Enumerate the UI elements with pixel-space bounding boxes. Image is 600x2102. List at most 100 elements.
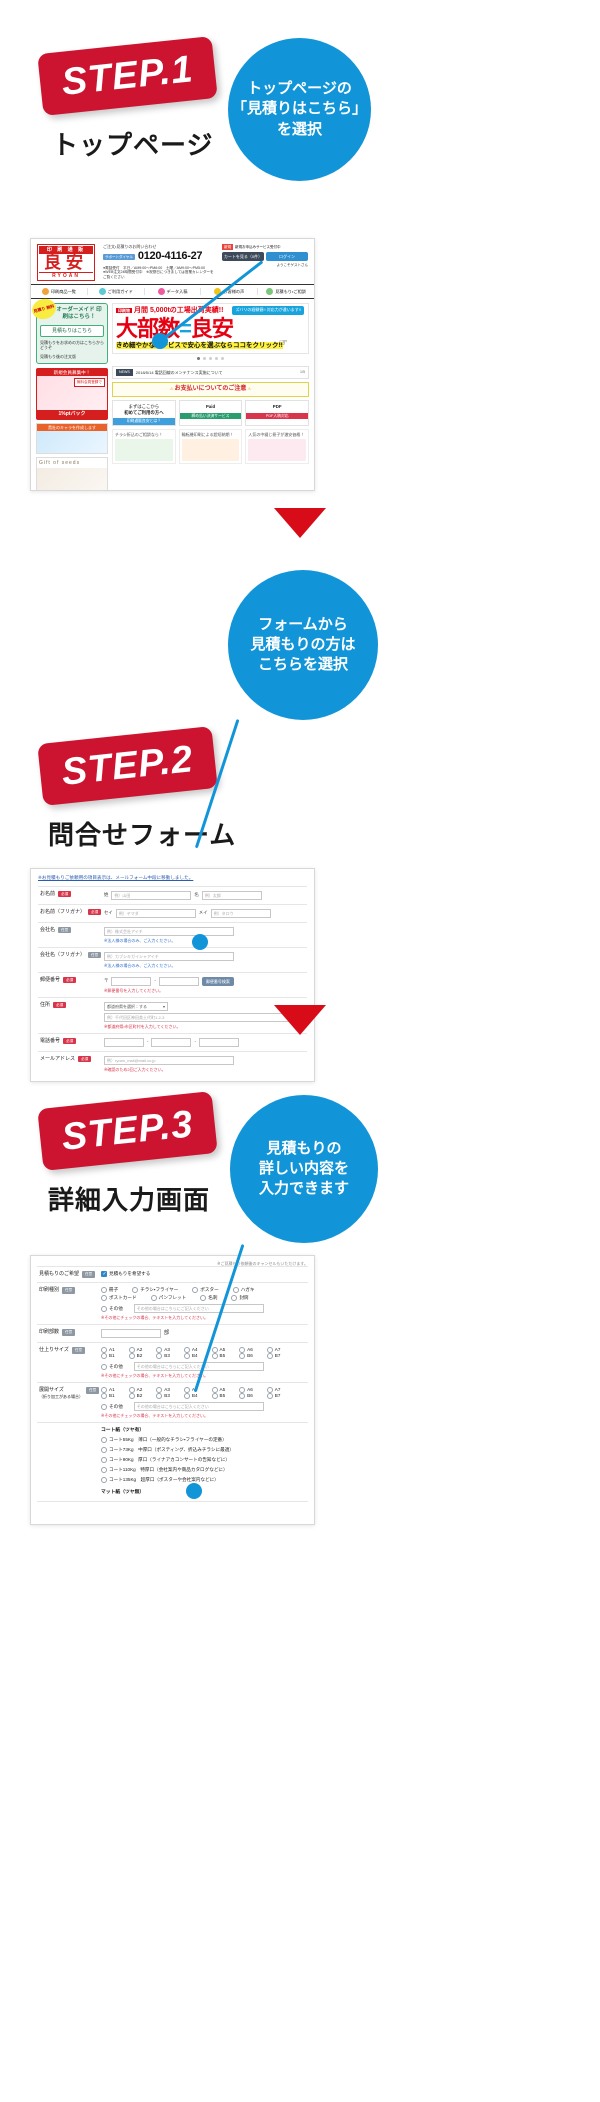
promo-tile-flyer-image	[115, 438, 173, 461]
phone-input-2[interactable]	[151, 1037, 192, 1047]
news-text[interactable]: 2018/5/14 電話回線のメンテナンス実施について	[136, 370, 297, 375]
paper-option[interactable]: コート90Kg 厚口（ライナアカコンサートの告知などに）	[101, 1456, 230, 1464]
payment-card-first-time-title: 初めてご利用の方へ	[124, 409, 164, 415]
nav-item-voices[interactable]: お客様の声	[201, 288, 259, 296]
detail-label-quote-wish-text: 見積もりのご希望	[39, 1271, 80, 1277]
carousel-dot-4[interactable]	[215, 357, 218, 361]
ad-character[interactable]: 貴社のキャラを作成します	[36, 422, 108, 454]
payment-card-first-time[interactable]: まずはここから 初めてご利用の方へ 印刷通販良安とは？	[112, 400, 176, 426]
payment-card-pdf[interactable]: PDF PDF入稿対応	[245, 400, 310, 426]
print-type-other-row: その他 その他の場合はこちらにご記入ください	[101, 1304, 306, 1313]
print-type-option[interactable]: パンフレット	[150, 1295, 186, 1301]
form-moved-note[interactable]: ※お見積もりご依頼用の項目表示は、メールフォーム中段に移動しました。	[38, 875, 307, 881]
print-type-option[interactable]: 冊子	[101, 1287, 118, 1293]
print-type-other-radio[interactable]: その他	[101, 1305, 123, 1312]
open-size-option[interactable]: B6	[239, 1393, 253, 1399]
finish-size-other-radio[interactable]: その他	[101, 1363, 123, 1370]
radio-icon	[211, 1353, 218, 1359]
nav-item-guide[interactable]: ご利用ガイド	[88, 288, 145, 296]
print-type-option[interactable]: 名刺	[200, 1295, 217, 1301]
finish-size-option[interactable]: B3	[156, 1353, 170, 1359]
carousel-dots[interactable]	[112, 354, 309, 363]
open-size-option-label: B5	[219, 1393, 226, 1399]
carousel-dot-1[interactable]	[197, 357, 200, 361]
finish-size-option[interactable]: B4	[183, 1353, 198, 1359]
chevron-down-icon: ▾	[162, 1003, 165, 1009]
finish-size-option[interactable]: B1	[101, 1353, 115, 1359]
paper-option[interactable]: コート73Kg 中厚口（ポスティング、折込みチラシに最適）	[101, 1446, 234, 1454]
print-type-option-label: チラシ・フライヤー	[140, 1287, 179, 1293]
paper-option[interactable]: コート55Kg 薄口（一般的なチラシ・フライヤーの定番）	[101, 1436, 227, 1444]
nav-item-products[interactable]: 印刷商品一覧	[31, 288, 88, 296]
nav-item-quote[interactable]: 見積もり・ご相談	[258, 288, 314, 296]
site-logo[interactable]: 印 刷 通 販 良安 RYOAN	[37, 244, 95, 282]
finish-size-other-input[interactable]: その他の場合はこちらにご記入ください	[133, 1362, 264, 1371]
carousel-dot-3[interactable]	[209, 357, 212, 361]
open-size-option[interactable]: B4	[183, 1393, 198, 1399]
finish-size-option[interactable]: B5	[211, 1353, 225, 1359]
phone-input-3[interactable]	[198, 1037, 239, 1047]
name-sei-input[interactable]: 例）山田	[111, 890, 192, 900]
form-row-company: 会社名 任意 例）株式会社アイチ ※法人様の場合のみ、ご入力ください。	[38, 921, 307, 947]
form-badge-name-kana: 必須	[88, 908, 102, 916]
prefecture-select[interactable]: 都道府県を選択：する ▾	[104, 1001, 168, 1011]
promo-tile-flyer[interactable]: チラシ折込のご相談なら！	[112, 428, 176, 464]
finish-size-option[interactable]: B7	[266, 1353, 280, 1359]
quote-promo-box[interactable]: 見積り 無料 オーダーメイド 印刷はこちら！ 見積もりはこちら 見積もりをお求め…	[31, 296, 108, 364]
phone-input-1[interactable]	[104, 1037, 144, 1047]
open-size-other-input[interactable]: その他の場合はこちらにご記入ください	[133, 1402, 264, 1411]
open-size-option[interactable]: B2	[128, 1393, 142, 1399]
detail-form-screenshot[interactable]: ※ご見積もり依頼後のキャンセルもいただけます。 見積もりのご希望 任意 見積もり…	[30, 1255, 315, 1525]
news-ticker[interactable]: NEWS 2018/5/14 電話回線のメンテナンス実施について 1/5	[112, 366, 309, 379]
print-type-option[interactable]: ポストカード	[101, 1295, 137, 1301]
kana-sei-input[interactable]: 例）ヤマダ	[115, 908, 196, 918]
open-size-option[interactable]: B1	[101, 1393, 115, 1399]
open-size-option[interactable]: B3	[156, 1393, 170, 1399]
zip-input-1[interactable]	[111, 976, 152, 986]
carousel-dot-5[interactable]	[221, 357, 224, 361]
carousel-dot-2[interactable]	[203, 357, 206, 361]
paper-option[interactable]: コート135Kg 超厚口（ポスターや会社案内などに）	[101, 1476, 219, 1484]
promo-tile-booklet[interactable]: 人気の中綴じ冊子が激安価格！	[245, 428, 310, 464]
zip-input-2[interactable]	[158, 976, 199, 986]
payment-card-paid[interactable]: Paid 締め払い決済サービス	[178, 400, 243, 426]
login-button[interactable]: ログイン	[266, 252, 308, 262]
company-kana-input[interactable]: 例）カブシキガイシャアイチ	[104, 951, 234, 961]
ad-gift-of-seeds[interactable]: Gift of seeds	[36, 456, 108, 490]
cart-button[interactable]: カートを見る（0件）	[222, 252, 264, 262]
zip-search-button[interactable]: 郵便番号検索	[201, 976, 234, 986]
quote-wish-checkbox[interactable]: 見積もりを希望する	[101, 1271, 150, 1277]
payment-card-first-time-top: まずはここから 初めてご利用の方へ	[113, 401, 175, 418]
open-size-option-label: A2	[136, 1387, 143, 1393]
form-label-email: メールアドレス 必須	[40, 1055, 104, 1063]
finish-size-option-label: A2	[136, 1347, 143, 1353]
finish-size-option[interactable]: B2	[128, 1353, 142, 1359]
open-size-other-radio[interactable]: その他	[101, 1403, 123, 1410]
detail-label-finish-size-text: 仕上りサイズ	[39, 1347, 69, 1353]
open-size-option[interactable]: B7	[266, 1393, 280, 1399]
print-type-option[interactable]: ポスター	[192, 1287, 219, 1293]
payment-card-first-time-small: まずはここから	[128, 404, 160, 410]
print-type-other-input[interactable]: その他の場合はこちらにご記入ください	[133, 1304, 264, 1313]
print-type-option[interactable]: 封筒	[231, 1295, 249, 1301]
email-input[interactable]: 例）ryoan_mail@mail.co.jp	[104, 1055, 234, 1065]
contact-label: ご注文・見積りのお問い合わせ	[103, 244, 157, 249]
kana-mei-input[interactable]: 例）タロウ	[210, 908, 271, 918]
inquiry-form-screenshot[interactable]: ※お見積もりご依頼用の項目表示は、メールフォーム中段に移動しました。 お名前 必…	[30, 868, 315, 1082]
paper-option[interactable]: コート110Kg 特厚口（会社案内や商品カタログなどに）	[101, 1466, 228, 1474]
nav-item-data-upload[interactable]: データ入稿	[145, 288, 202, 296]
top-page-screenshot[interactable]: 印 刷 通 販 良安 RYOAN ご注文・見積りのお問い合わせ サポートダイヤル…	[30, 238, 315, 491]
name-mei-input[interactable]: 例）太郎	[201, 890, 262, 900]
finish-size-option[interactable]: B6	[239, 1353, 253, 1359]
detail-label-print-type: 印刷種別 任意	[39, 1287, 101, 1320]
promo-tile-rotary[interactable]: 輪転機印刷による超短納期！	[178, 428, 243, 464]
print-type-option[interactable]: ハガキ	[232, 1287, 254, 1293]
hero-banner[interactable]: ズバリの経験値!! 対応力が違います!! 印刷物 月間 5,000tの工場出荷実績…	[112, 303, 309, 355]
member-banner[interactable]: 新規会員募集中！ 無料会員登録で 1%ptバック	[36, 367, 108, 420]
company-input[interactable]: 例）株式会社アイチ	[104, 926, 234, 936]
quote-here-button[interactable]: 見積もりはこちら	[40, 324, 104, 337]
print-type-option[interactable]: チラシ・フライヤー	[132, 1287, 178, 1293]
step-3-callout: 見積もりの 詳しい内容を 入力できます	[230, 1095, 378, 1243]
open-size-option[interactable]: B5	[211, 1393, 226, 1399]
quantity-input[interactable]	[101, 1329, 161, 1338]
